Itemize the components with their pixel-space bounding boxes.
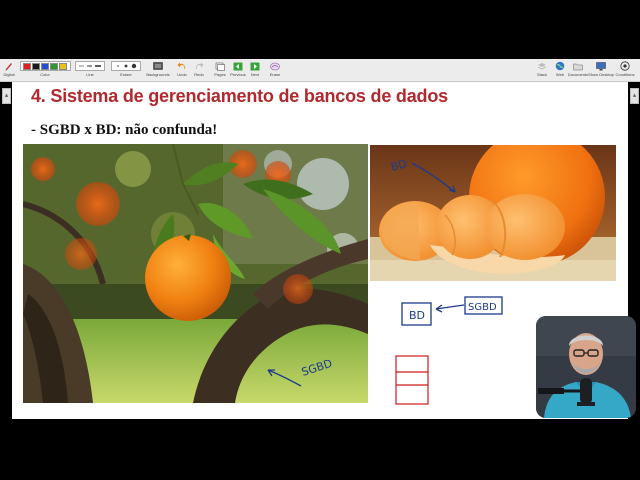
presenter-webcam (536, 316, 636, 418)
tangerine-label: BD (389, 157, 408, 174)
tree-arrow (267, 369, 302, 387)
tangerine-arrow (411, 162, 456, 193)
sgbd-box-label: SGBD (468, 302, 497, 313)
red-table-sketch (395, 355, 429, 405)
tree-label: SGBD (300, 357, 334, 379)
bd-box-label: BD (409, 309, 425, 322)
